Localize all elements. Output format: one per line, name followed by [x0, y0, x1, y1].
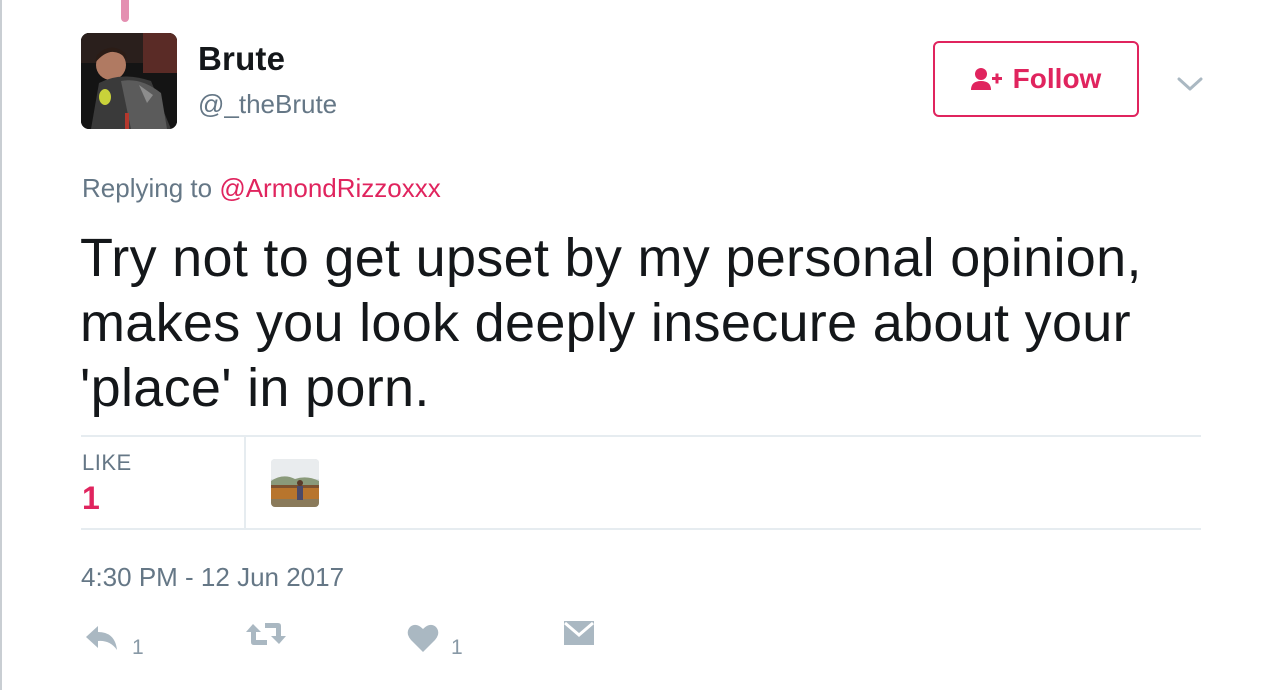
stats-top-divider	[81, 435, 1201, 437]
author-screen-name[interactable]: @_theBrute	[198, 89, 337, 120]
left-border	[0, 0, 2, 690]
follow-button[interactable]: Follow	[933, 41, 1139, 117]
replying-prefix: Replying to	[82, 173, 213, 203]
tweet-text: Try not to get upset by my personal opin…	[80, 228, 1142, 418]
dm-action[interactable]	[563, 620, 595, 651]
like-stat-label[interactable]: LIKE	[82, 450, 132, 476]
replying-to-line: Replying to @ArmondRizzoxxx	[82, 173, 441, 204]
like-stat-count[interactable]: 1	[82, 480, 100, 517]
envelope-icon	[563, 620, 595, 651]
heart-icon	[407, 623, 439, 658]
retweet-action[interactable]	[245, 620, 287, 653]
tweet-timestamp[interactable]: 4:30 PM - 12 Jun 2017	[81, 562, 344, 593]
author-avatar[interactable]	[81, 33, 177, 129]
author-display-name[interactable]: Brute	[198, 40, 285, 78]
retweet-icon	[245, 620, 287, 653]
like-action[interactable]: 1	[407, 620, 463, 660]
replying-to-mention[interactable]: @ArmondRizzoxxx	[219, 173, 440, 203]
reply-icon	[84, 624, 120, 657]
follow-label: Follow	[1012, 63, 1102, 94]
reply-action[interactable]: 1	[84, 620, 144, 660]
liker-avatar[interactable]	[271, 459, 319, 507]
stats-separator	[244, 437, 246, 529]
stats-bottom-divider	[81, 528, 1201, 530]
person-plus-icon	[970, 67, 1003, 91]
chevron-down-icon[interactable]	[1176, 70, 1204, 98]
like-count: 1	[451, 636, 463, 659]
thread-connector	[121, 0, 129, 22]
reply-count: 1	[132, 636, 144, 659]
